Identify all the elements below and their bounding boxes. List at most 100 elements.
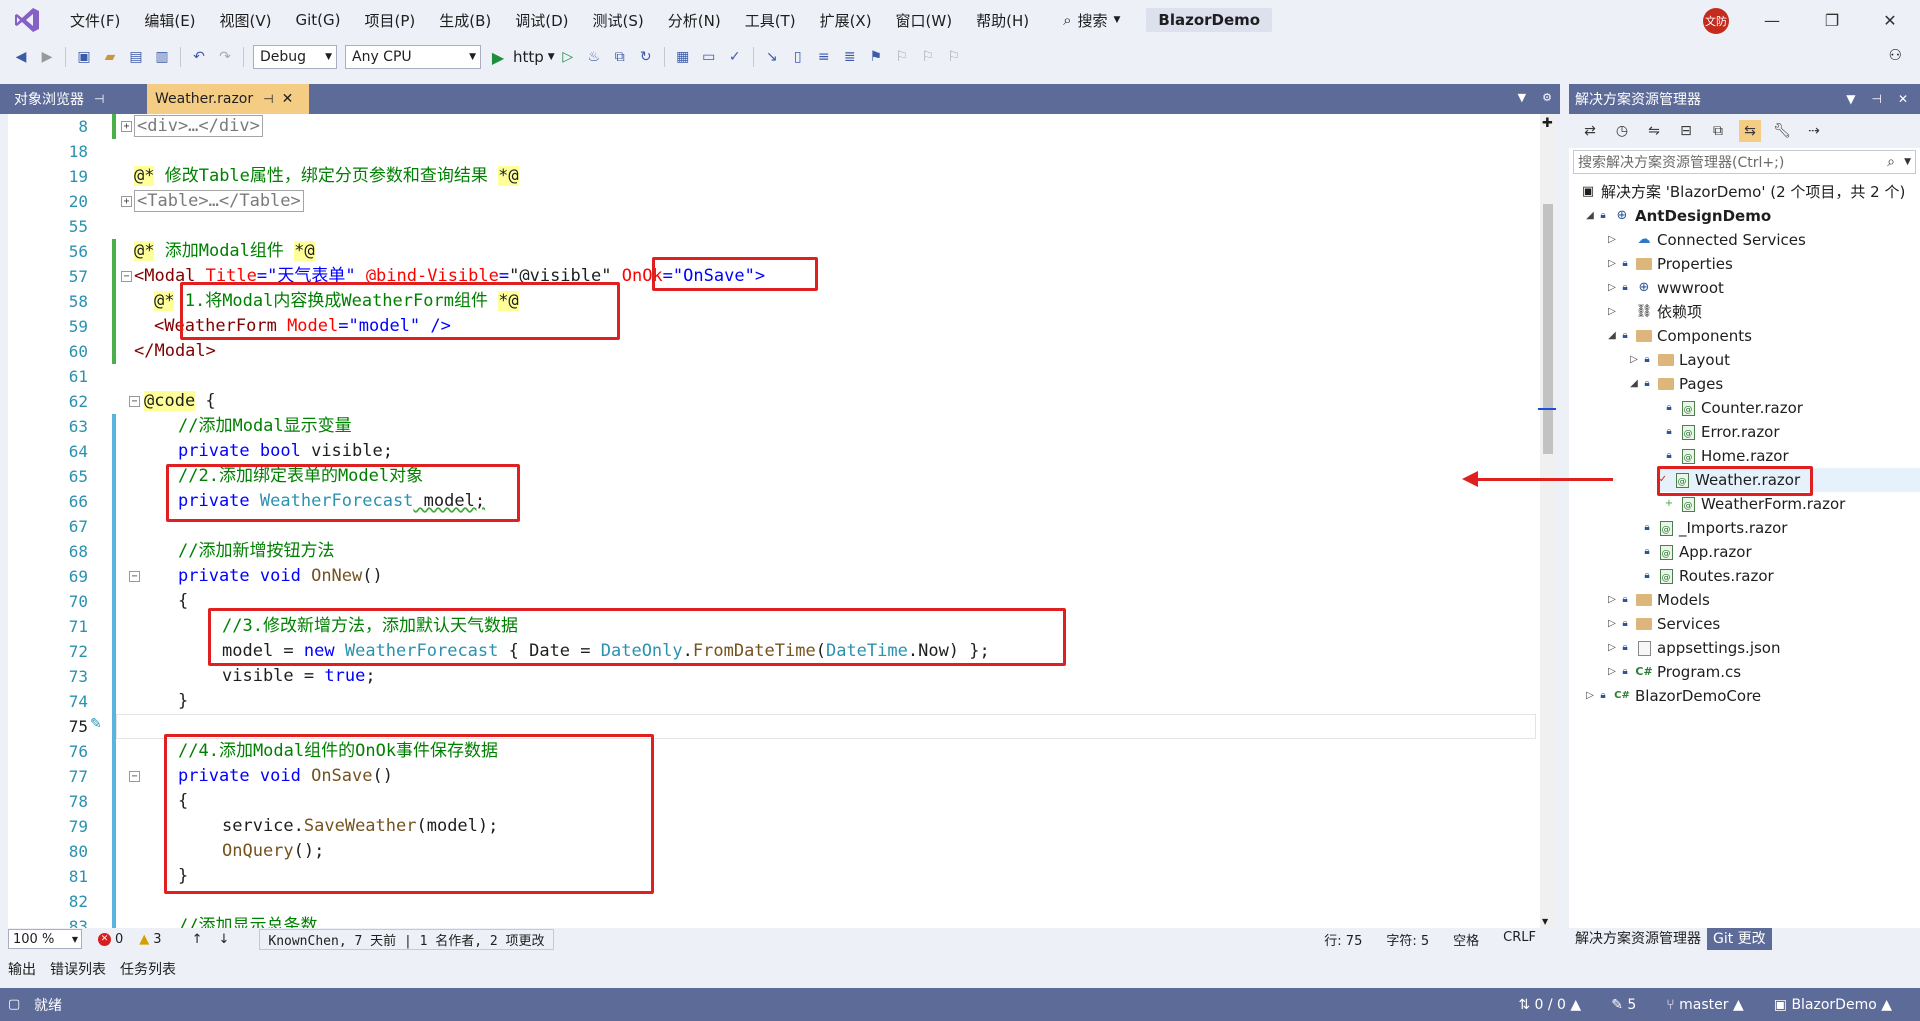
prev-issue-arrow-icon[interactable]: ↑ — [192, 932, 203, 947]
collapsed-block[interactable]: <div>…</div> — [134, 115, 263, 137]
git-blame-info[interactable]: KnownChen, 7 天前 | 1 名作者, 2 项更改 — [259, 928, 554, 950]
tab-weather-razor[interactable]: Weather.razor ⊣ ✕ — [147, 84, 309, 114]
refresh-button[interactable]: ↻ — [635, 46, 657, 68]
chevron-right-icon[interactable]: ▷ — [1605, 588, 1619, 612]
sync-status[interactable]: ⇅ 0 / 0 ▲ — [1518, 997, 1581, 1013]
start-debugging-button[interactable]: ▶ — [487, 46, 509, 68]
platform-select[interactable]: Any CPU ▼ — [345, 45, 481, 69]
tree-item-appsettings[interactable]: ▷ 🔒︎ appsettings.json — [1605, 636, 1780, 660]
chevron-right-icon[interactable]: ▷ — [1605, 636, 1619, 660]
zoom-select[interactable]: 100 % ▼ — [8, 929, 82, 949]
tree-item-layout[interactable]: ▷ 🔒︎ Layout — [1627, 348, 1730, 372]
minimize-button[interactable]: — — [1744, 0, 1800, 40]
configuration-select[interactable]: Debug ▼ — [253, 45, 337, 69]
line-ending[interactable]: CRLF — [1503, 930, 1536, 949]
track-active-button[interactable]: ⇆ — [1739, 120, 1761, 142]
menu-window[interactable]: 窗口(W) — [884, 10, 965, 31]
clear-bookmarks-button[interactable]: ⚐ — [943, 46, 965, 68]
tree-item-routes-razor[interactable]: 🔒︎ Routes.razor — [1641, 564, 1773, 590]
expand-region-icon[interactable]: + — [121, 196, 132, 207]
editor-vertical-scrollbar[interactable]: ✚ ▼ — [1540, 114, 1556, 928]
user-avatar[interactable]: 文防 — [1703, 8, 1729, 34]
next-issue-arrow-icon[interactable]: ↓ — [218, 932, 229, 947]
warning-count[interactable]: ▲ 3 — [139, 932, 161, 947]
step-into-button[interactable]: ↘ — [761, 46, 783, 68]
whitespace-mode[interactable]: 空格 — [1453, 930, 1479, 949]
close-tab-icon[interactable]: ✕ — [282, 91, 294, 107]
menu-help[interactable]: 帮助(H) — [964, 10, 1041, 31]
tab-error-list[interactable]: 错误列表 — [50, 959, 106, 979]
error-count[interactable]: ✕ 0 — [98, 932, 123, 947]
panel-dropdown-icon[interactable]: ▼ — [1846, 92, 1855, 106]
undo-button[interactable]: ↶ — [188, 46, 210, 68]
navigate-back-button[interactable]: ◀ — [10, 46, 32, 68]
chevron-right-icon[interactable]: ▷ — [1605, 252, 1619, 276]
chevron-right-icon[interactable]: ▷ — [1605, 228, 1619, 252]
chevron-down-icon[interactable]: ▼ — [1904, 157, 1911, 167]
collapse-all-button[interactable]: ⊟ — [1675, 120, 1697, 142]
tree-item-components[interactable]: ◢ 🔒︎ Components — [1605, 324, 1752, 348]
open-file-button[interactable]: ▰ — [99, 46, 121, 68]
tree-item-solution[interactable]: ▣ 解决方案 'BlazorDemo' (2 个项目，共 2 个) — [1575, 180, 1905, 204]
menu-build[interactable]: 生成(B) — [427, 10, 503, 31]
collapse-region-icon[interactable]: − — [129, 571, 140, 582]
tab-list-dropdown-icon[interactable]: ▼ — [1518, 91, 1526, 104]
scrollbar-thumb[interactable] — [1543, 204, 1553, 454]
menu-view[interactable]: 视图(V) — [208, 10, 284, 31]
browser-link-button[interactable]: ⧉ — [609, 46, 631, 68]
start-without-debugging-button[interactable]: ▷ — [557, 46, 579, 68]
switch-view-button[interactable]: ⇄ — [1579, 120, 1601, 142]
layout-button[interactable]: ▭ — [698, 46, 720, 68]
save-button[interactable]: ▤ — [125, 46, 147, 68]
pin-icon[interactable]: ⊣ — [94, 92, 104, 106]
live-share-icon[interactable]: ⚇ — [1889, 46, 1902, 64]
close-icon[interactable]: ✕ — [1898, 92, 1908, 106]
toggle-panel-button[interactable]: ▯ — [787, 46, 809, 68]
menu-edit[interactable]: 编辑(E) — [132, 10, 207, 31]
tree-item-program-cs[interactable]: ▷ 🔒︎ C# Program.cs — [1605, 660, 1741, 684]
chevron-right-icon[interactable]: ▷ — [1583, 684, 1597, 708]
tab-git-changes[interactable]: Git 更改 — [1707, 928, 1772, 950]
chevron-expanded-icon[interactable]: ◢ — [1605, 324, 1619, 348]
chevron-expanded-icon[interactable]: ◢ — [1627, 372, 1641, 396]
notification-icon[interactable]: ▢ — [8, 997, 20, 1012]
menu-file[interactable]: 文件(F) — [58, 10, 132, 31]
char-position[interactable]: 字符: 5 — [1386, 930, 1429, 949]
pending-changes-filter-button[interactable]: ◷ — [1611, 120, 1633, 142]
sync-button[interactable]: ⇋ — [1643, 120, 1665, 142]
menu-extensions[interactable]: 扩展(X) — [808, 10, 884, 31]
tree-item-antdesigndemo[interactable]: ◢ 🔒︎ ⊕ AntDesignDemo — [1583, 204, 1771, 228]
collapse-region-icon[interactable]: − — [129, 771, 140, 782]
tab-output[interactable]: 输出 — [8, 959, 36, 979]
tree-item-connected-services[interactable]: ▷ ☁ Connected Services — [1605, 228, 1806, 252]
next-bookmark-button[interactable]: ⚐ — [917, 46, 939, 68]
new-project-button[interactable]: ▣ — [73, 46, 95, 68]
close-window-button[interactable]: ✕ — [1862, 0, 1918, 40]
properties-button[interactable]: 🔧︎ — [1771, 120, 1793, 142]
save-all-button[interactable]: ▥ — [151, 46, 173, 68]
tree-item-error-razor[interactable]: 🔒︎ Error.razor — [1663, 420, 1779, 446]
run-target-label[interactable]: http — [513, 48, 544, 66]
tree-item-services[interactable]: ▷ 🔒︎ Services — [1605, 612, 1720, 636]
pin-icon[interactable]: ⊣ — [1871, 92, 1881, 106]
tree-item-blazordemocore[interactable]: ▷ 🔒︎ C# BlazorDemoCore — [1583, 684, 1761, 708]
search-icon[interactable]: ⌕ — [1887, 154, 1895, 170]
tree-item-counter-razor[interactable]: 🔒︎ Counter.razor — [1663, 396, 1803, 422]
code-editor[interactable]: 8 18 19 20 55 56 57 58 59 60 61 62 63 64… — [8, 114, 1556, 928]
branch-selector[interactable]: ⑂ master ▲ — [1666, 997, 1743, 1013]
split-editor-icon[interactable]: ✚ — [1542, 116, 1553, 131]
chevron-right-icon[interactable]: ▷ — [1605, 276, 1619, 300]
collapsed-block[interactable]: <Table>…</Table> — [134, 190, 304, 212]
line-position[interactable]: 行: 75 — [1324, 930, 1362, 949]
tab-solution-explorer[interactable]: 解决方案资源管理器 — [1569, 928, 1707, 950]
solution-explorer-button[interactable]: ▦ — [672, 46, 694, 68]
menu-analyze[interactable]: 分析(N) — [656, 10, 733, 31]
navigate-forward-button[interactable]: ▶ — [36, 46, 58, 68]
maximize-button[interactable]: ❐ — [1804, 0, 1860, 40]
chevron-right-icon[interactable]: ▷ — [1605, 660, 1619, 684]
uncomment-button[interactable]: ≣ — [839, 46, 861, 68]
solution-search-input[interactable]: 搜索解决方案资源管理器(Ctrl+;) ⌕ ▼ — [1573, 150, 1916, 174]
menu-git[interactable]: Git(G) — [284, 11, 353, 29]
comment-button[interactable]: ≡ — [813, 46, 835, 68]
tab-task-list[interactable]: 任务列表 — [120, 959, 176, 979]
